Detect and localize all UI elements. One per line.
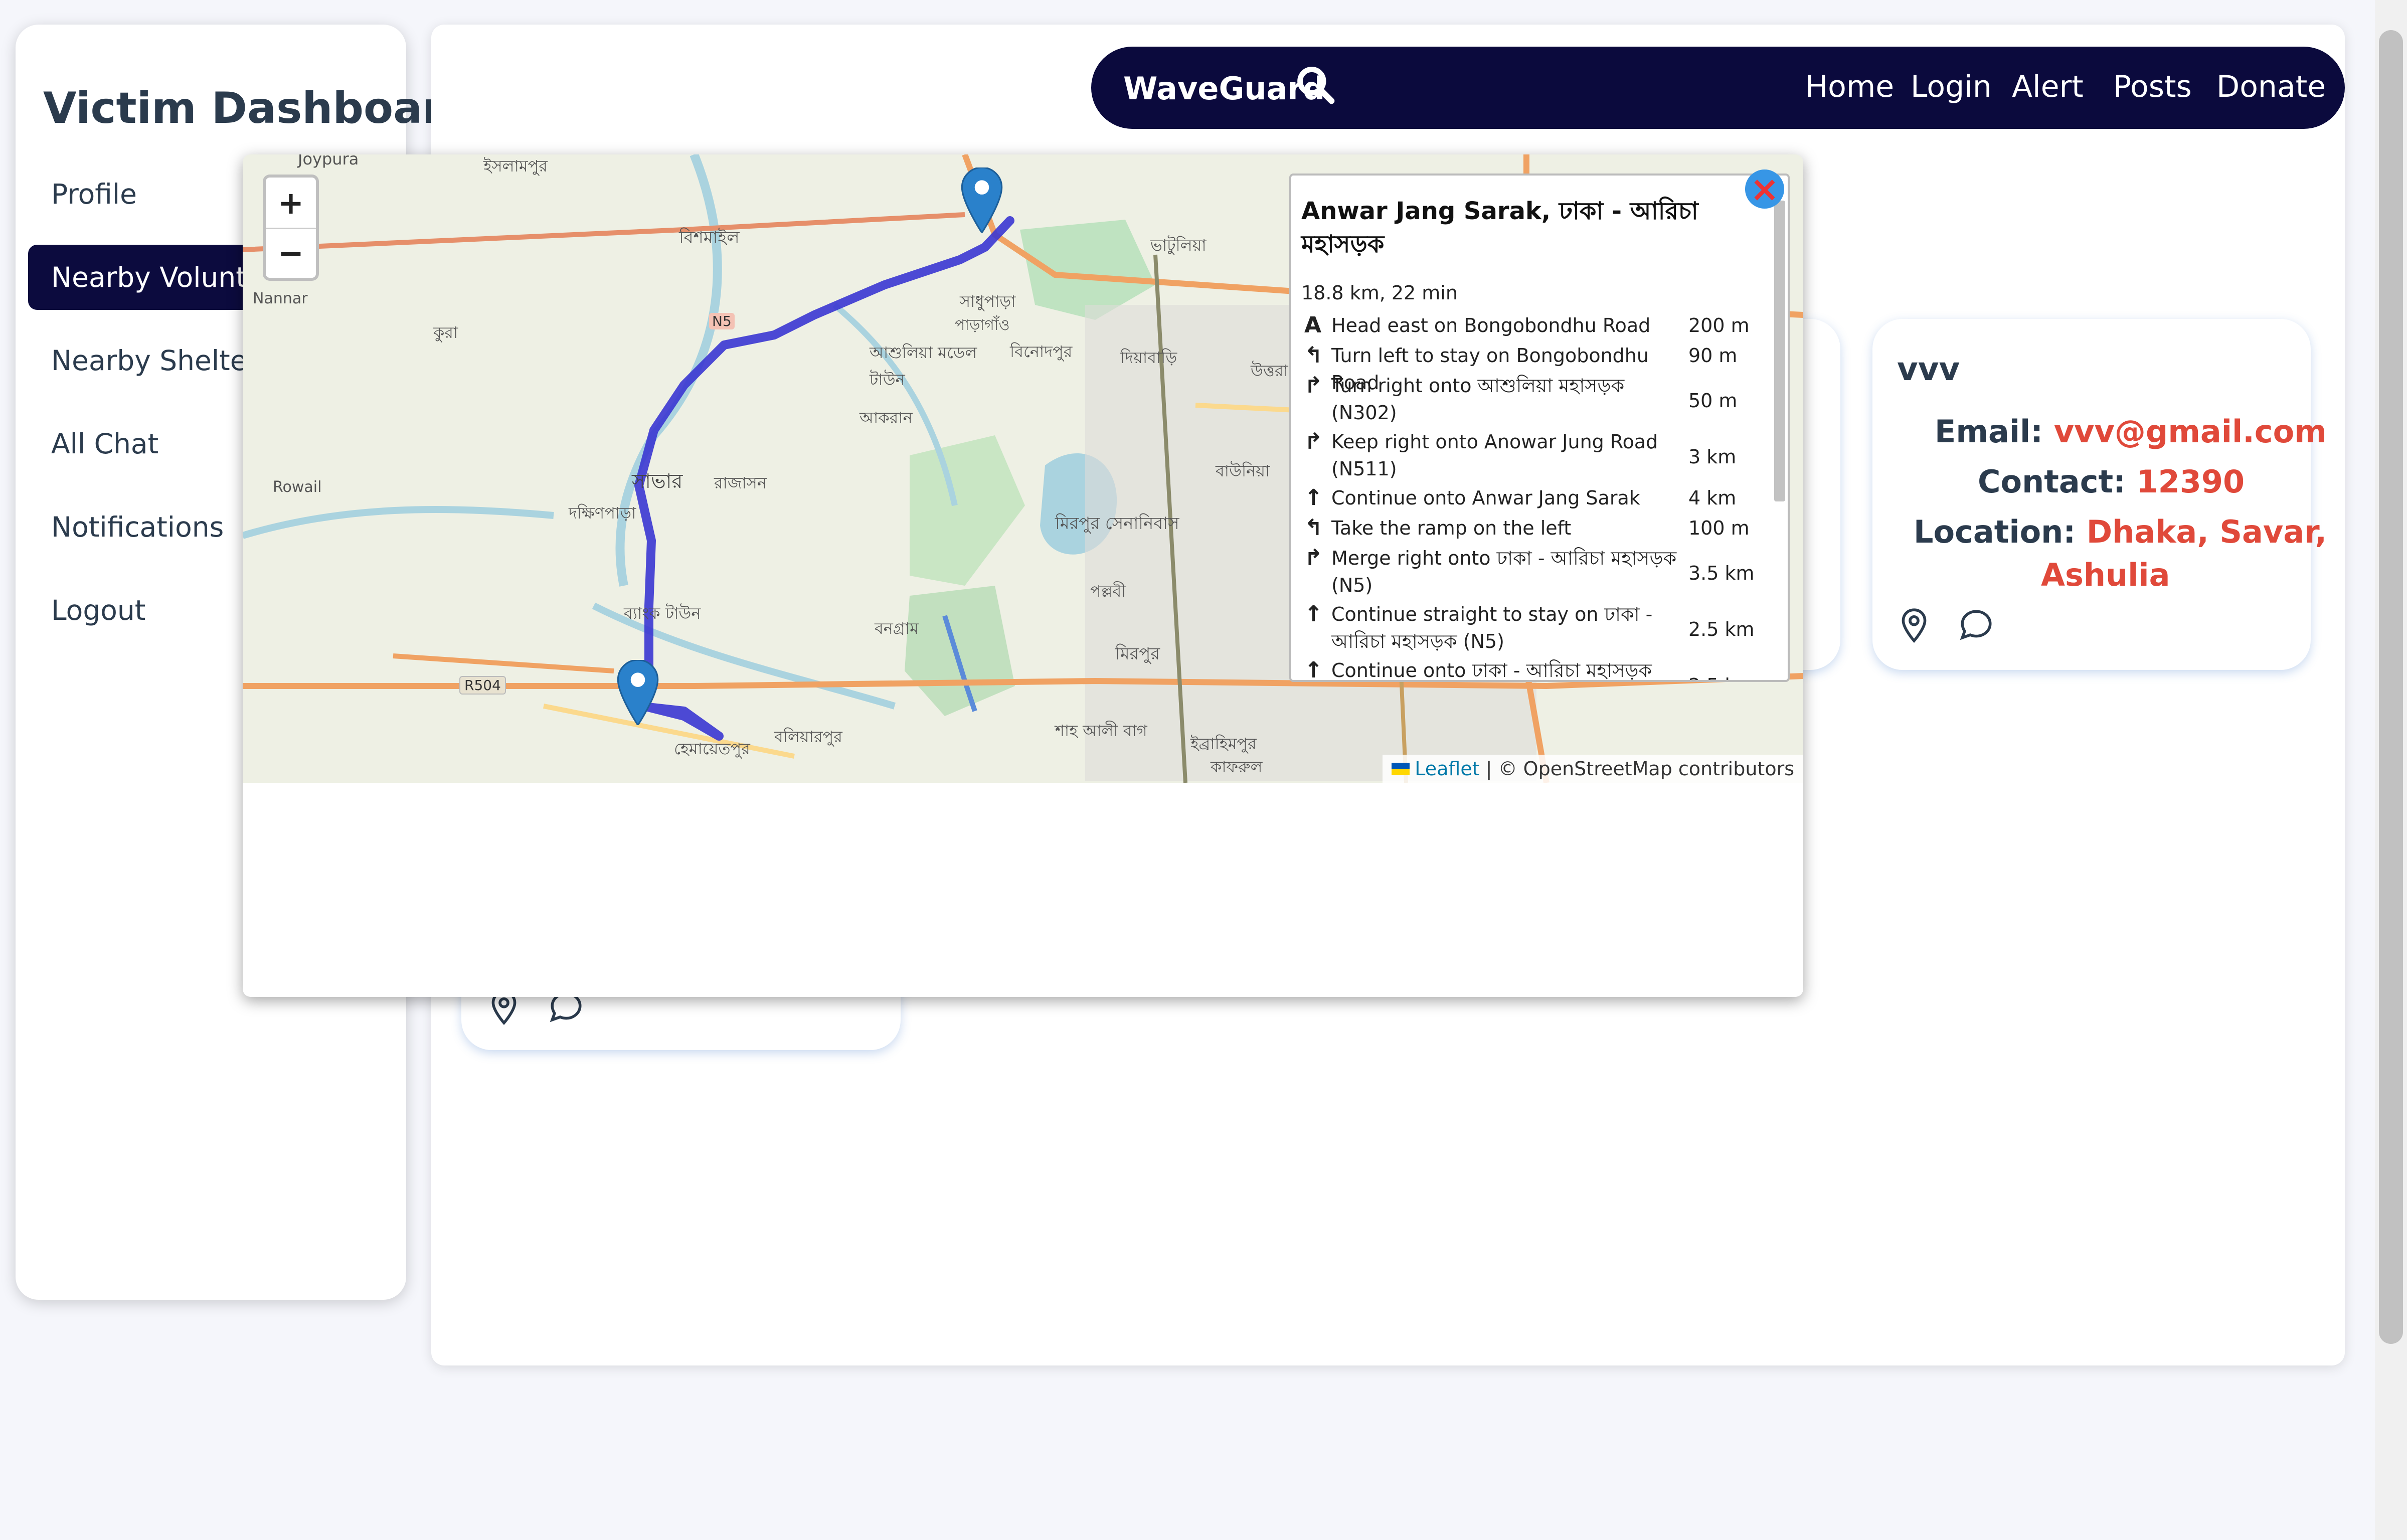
attribution-separator: | xyxy=(1479,758,1498,780)
step-text: Turn right onto আশুলিয়া মহাসড়ক (N302) xyxy=(1331,375,1625,424)
step-text: Head east on Bongobondhu Road xyxy=(1331,314,1651,336)
step-text: Continue onto Anwar Jang Sarak xyxy=(1331,487,1640,509)
search-icon[interactable] xyxy=(1294,63,1337,106)
map-label: বনগ্রাম xyxy=(875,619,919,638)
turn-left-icon: ↰ xyxy=(1304,515,1323,541)
start-marker-icon[interactable] xyxy=(959,167,1005,233)
map-label: বিশমাইল xyxy=(679,228,740,248)
step-distance: 2.5 km xyxy=(1688,672,1755,680)
routing-panel-scrollbar[interactable] xyxy=(1774,201,1785,501)
location-pin-icon[interactable] xyxy=(1896,607,1933,644)
nav-login[interactable]: Login xyxy=(1911,69,1992,104)
step-distance: 2.5 km xyxy=(1688,618,1755,640)
volunteer-location: Location: Dhaka, Savar, xyxy=(1914,514,2327,550)
map-label: পল্লবী xyxy=(1090,582,1126,601)
map-label: Joypura xyxy=(298,154,359,168)
sidebar-title: Victim Dashboard xyxy=(43,83,475,133)
sidebar-item-label: Notifications xyxy=(51,511,224,543)
routing-panel[interactable]: Anwar Jang Sarak, ঢাকা - আরিচা মহাসড়ক 1… xyxy=(1289,174,1790,682)
step-text: Merge right onto ঢাকা - আরিচা মহাসড়ক (N… xyxy=(1331,547,1677,596)
merge-right-icon: ↱ xyxy=(1304,545,1323,571)
nav-alert[interactable]: Alert xyxy=(2012,69,2084,104)
map-label: বাউনিয়া xyxy=(1216,461,1270,480)
turn-right-icon: ↱ xyxy=(1304,373,1323,398)
keep-right-icon: ↱ xyxy=(1304,429,1323,454)
map-label: Rowail xyxy=(273,478,322,496)
chat-bubble-icon[interactable] xyxy=(1958,607,1995,644)
map-label: ভাটুলিয়া xyxy=(1150,236,1207,255)
map-label: বিনোদপুর xyxy=(1010,342,1073,361)
straight-icon: ↑ xyxy=(1304,657,1323,682)
end-marker-icon[interactable] xyxy=(615,660,661,725)
map-label: সাধুপাড়া xyxy=(960,292,1016,311)
nav-posts[interactable]: Posts xyxy=(2113,69,2192,104)
zoom-control: + − xyxy=(263,175,319,281)
step-distance: 50 m xyxy=(1688,390,1738,412)
map-label: কুরা xyxy=(433,323,458,342)
nav-donate[interactable]: Donate xyxy=(2216,69,2326,104)
sidebar-item-label: Profile xyxy=(51,178,137,210)
map-label: Nannar xyxy=(253,290,308,307)
straight-icon: ↑ xyxy=(1304,601,1323,627)
route-summary: 18.8 km, 22 min xyxy=(1301,282,1458,304)
step-distance: 100 m xyxy=(1688,517,1750,539)
route-map[interactable]: Joypura ইসলামপুর বিশমাইল Nannar কুরা N5 … xyxy=(243,154,1803,783)
location-value-line2: Ashulia xyxy=(2041,557,2170,593)
close-icon[interactable]: × xyxy=(1745,168,1784,210)
turn-left-icon: ↰ xyxy=(1304,343,1323,368)
step-text: Keep right onto Anowar Jung Road (N511) xyxy=(1331,431,1658,480)
map-label: শাহ আলী বাগ xyxy=(1055,721,1147,740)
step-distance: 3 km xyxy=(1688,446,1737,468)
map-label: মিরপুর xyxy=(1115,644,1160,664)
map-label: উত্তরা xyxy=(1251,361,1288,380)
map-label: রাজাসন xyxy=(714,473,767,492)
osm-attribution[interactable]: © OpenStreetMap contributors xyxy=(1498,758,1794,780)
map-label: সাভার xyxy=(632,470,683,493)
sidebar-item-label: All Chat xyxy=(51,428,159,460)
leaflet-link[interactable]: Leaflet xyxy=(1415,758,1479,780)
road-shield-n5: N5 xyxy=(709,313,735,329)
map-attribution: Leaflet | © OpenStreetMap contributors xyxy=(1383,755,1803,783)
email-value: vvv@gmail.com xyxy=(2053,413,2327,450)
route-title: Anwar Jang Sarak, ঢাকা - আরিচা মহাসড়ক xyxy=(1301,197,1698,258)
map-label: মিরপুর সেনানিবাস xyxy=(1055,514,1179,534)
step-text: Take the ramp on the left xyxy=(1331,517,1572,539)
map-label: ইব্রাহিমপুর xyxy=(1190,734,1257,753)
map-label: ইসলামপুর xyxy=(483,156,548,176)
location-label: Location: xyxy=(1914,514,2076,550)
zoom-out-button[interactable]: − xyxy=(266,228,316,278)
ukraine-flag-icon xyxy=(1392,763,1410,775)
map-label: বলিয়ারপুর xyxy=(774,727,842,746)
contact-value: 12390 xyxy=(2136,463,2245,500)
step-text: Continue straight to stay on ঢাকা - আরিচ… xyxy=(1331,603,1653,652)
sidebar-item-label: Logout xyxy=(51,594,146,626)
location-value: Dhaka, Savar, xyxy=(2086,514,2327,550)
road-shield-r504: R504 xyxy=(459,676,506,695)
volunteer-contact: Contact: 12390 xyxy=(1978,463,2245,500)
volunteer-email: Email: vvv@gmail.com xyxy=(1935,413,2327,450)
straight-icon: ↑ xyxy=(1304,485,1323,510)
sidebar-item-label: Nearby Shelters xyxy=(51,345,273,377)
map-label: দিয়াবাড়ি xyxy=(1120,348,1177,367)
volunteer-name: vvv xyxy=(1897,351,1960,388)
email-label: Email: xyxy=(1935,413,2043,450)
map-label: দক্ষিণপাড়া xyxy=(569,503,636,523)
contact-label: Contact: xyxy=(1978,463,2126,500)
step-distance: 200 m xyxy=(1688,314,1750,336)
nav-home[interactable]: Home xyxy=(1805,69,1894,104)
step-text: Continue onto ঢাকা - আরিচা মহাসড়ক (N5) xyxy=(1331,659,1652,681)
step-distance: 90 m xyxy=(1688,345,1738,367)
map-label: কাফরুল xyxy=(1211,757,1263,776)
map-modal: Joypura ইসলামপুর বিশমাইল Nannar কুরা N5 … xyxy=(243,154,1803,997)
step-distance: 4 km xyxy=(1688,487,1737,509)
map-label: আশুলিয়া মডেল টাউন xyxy=(870,343,977,389)
map-label: আকরান xyxy=(859,408,913,427)
page-scrollbar-thumb[interactable] xyxy=(2379,30,2403,1344)
depart-icon: A xyxy=(1304,312,1322,338)
map-label: হেমায়েতপুর xyxy=(674,739,750,758)
zoom-in-button[interactable]: + xyxy=(266,178,316,229)
step-distance: 3.5 km xyxy=(1688,562,1755,584)
map-label: পাড়াগাঁও xyxy=(955,316,1010,334)
map-label: ব্যাংক টাউন xyxy=(624,604,701,623)
